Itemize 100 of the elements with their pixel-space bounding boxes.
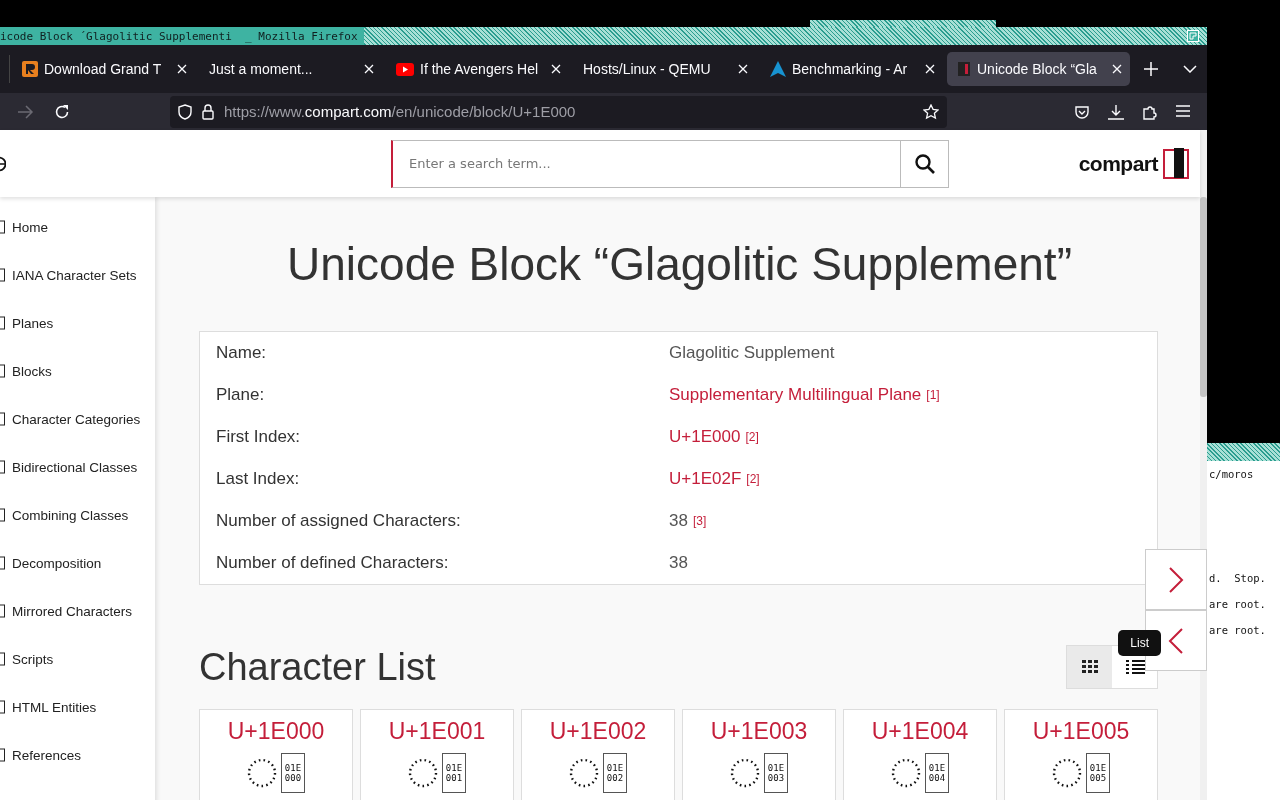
sidebar-item[interactable]: HTML Entities: [0, 683, 155, 731]
sidebar-item[interactable]: Bidirectional Classes: [0, 443, 155, 491]
new-tab-icon[interactable]: [1144, 62, 1158, 76]
dotted-circle-icon: [730, 758, 760, 788]
reload-icon[interactable]: [54, 103, 70, 120]
property-label: Number of assigned Characters:: [216, 511, 462, 531]
property-value: 38: [669, 511, 688, 531]
character-card[interactable]: U+1E002 01E 002: [521, 709, 675, 800]
glyph-hex: 01E: [445, 763, 463, 773]
property-value: 38: [669, 553, 688, 573]
browser-tab[interactable]: Download Grand T: [12, 52, 195, 86]
glyph-hex: 005: [1089, 773, 1107, 783]
glyph-hex: 01E: [1089, 763, 1107, 773]
sidebar-item[interactable]: Decomposition: [0, 539, 155, 587]
code-point[interactable]: U+1E003: [710, 718, 808, 745]
property-label: Number of defined Characters:: [216, 553, 450, 573]
property-label: Last Index:: [216, 469, 301, 489]
tab-favicon-icon: [770, 61, 786, 77]
chevron-down-icon[interactable]: [1183, 65, 1197, 73]
search-field[interactable]: Enter a search term...: [391, 139, 901, 188]
glyph-hex: 01E: [767, 763, 785, 773]
menu-item-icon: [0, 700, 6, 714]
property-link[interactable]: Supplementary Multilingual Plane: [669, 385, 922, 405]
video-play-icon: [396, 62, 414, 76]
sidebar-item[interactable]: Blocks: [0, 347, 155, 395]
property-label: Plane:: [216, 385, 266, 405]
glyph-hex: 01E: [284, 763, 302, 773]
menu-item-icon: [0, 652, 6, 666]
menu-item-icon: [0, 604, 6, 618]
close-icon[interactable]: [925, 64, 935, 74]
character-card[interactable]: U+1E005 01E 005: [1004, 709, 1158, 800]
close-icon[interactable]: [738, 64, 748, 74]
code-point[interactable]: U+1E002: [549, 718, 647, 745]
property-link[interactable]: U+1E02F: [669, 469, 742, 489]
sidebar-item[interactable]: Home: [0, 203, 155, 251]
character-card[interactable]: U+1E004 01E 004: [843, 709, 997, 800]
shield-icon[interactable]: [178, 103, 192, 120]
code-point[interactable]: U+1E005: [1032, 718, 1130, 745]
address-bar[interactable]: https://www.compart.com/en/unicode/block/U+1E000: [170, 95, 947, 128]
close-icon[interactable]: [177, 64, 187, 74]
close-icon[interactable]: [364, 64, 374, 74]
glyph-hex: 001: [445, 773, 463, 783]
section-heading: Character List: [199, 645, 436, 689]
scrollbar-thumb[interactable]: [1200, 197, 1207, 397]
character-card[interactable]: U+1E000 01E 000: [199, 709, 353, 800]
dotted-circle-icon: [247, 758, 277, 788]
page-title: Unicode Block “Glagolitic Supplement”: [286, 237, 1073, 291]
sidebar-item[interactable]: Scripts: [0, 635, 155, 683]
sidebar-item[interactable]: Combining Classes: [0, 491, 155, 539]
footnote-link[interactable]: [3]: [692, 514, 707, 528]
code-point[interactable]: U+1E000: [227, 718, 325, 745]
grid-view-button[interactable]: [1067, 646, 1112, 688]
download-icon[interactable]: [1107, 103, 1125, 120]
character-card[interactable]: U+1E003 01E 003: [682, 709, 836, 800]
star-icon[interactable]: [923, 103, 939, 120]
list-icon: [1123, 659, 1146, 675]
sidebar-item[interactable]: Character Categories: [0, 395, 155, 443]
sidebar-item[interactable]: IANA Character Sets: [0, 251, 155, 299]
logo-icon[interactable]: [1162, 147, 1190, 180]
window-title: icode Block ´Glagolitic Supplementi _ Mozilla Firefox: [0, 27, 364, 45]
close-icon[interactable]: [551, 64, 561, 74]
pocket-icon[interactable]: [1074, 103, 1090, 120]
menu-item-icon: [0, 220, 6, 234]
glyph-hex: 01E: [928, 763, 946, 773]
close-icon[interactable]: [1112, 64, 1122, 74]
menu-item-icon: [0, 364, 6, 378]
menu-item-icon: [0, 508, 6, 522]
grid-icon: [1081, 660, 1098, 674]
lock-icon[interactable]: [202, 103, 214, 120]
browser-tab[interactable]: Unicode Block “Gla: [947, 52, 1130, 86]
footnote-link[interactable]: [1]: [926, 388, 940, 402]
glyph-hex: 004: [928, 773, 946, 783]
code-point[interactable]: U+1E004: [871, 718, 969, 745]
puzzle-icon[interactable]: [1142, 103, 1158, 120]
browser-tab[interactable]: Just a moment...: [199, 52, 382, 86]
sidebar-item[interactable]: Planes: [0, 299, 155, 347]
sidebar-item[interactable]: References: [0, 731, 155, 779]
tab-favicon-icon: [22, 61, 38, 77]
character-card[interactable]: U+1E001 01E 001: [360, 709, 514, 800]
maximize-icon[interactable]: [1187, 30, 1199, 42]
glyph-hex: 002: [606, 773, 624, 783]
logo-text[interactable]: compart: [1078, 151, 1158, 176]
browser-tab[interactable]: If the Avengers Hel: [386, 52, 569, 86]
footnote-link[interactable]: [2]: [745, 430, 759, 444]
property-link[interactable]: U+1E000: [669, 427, 741, 447]
chevron-right-icon: [1168, 565, 1184, 594]
code-point[interactable]: U+1E001: [388, 718, 486, 745]
property-value: Glagolitic Supplement: [669, 343, 835, 363]
search-button[interactable]: [901, 139, 949, 188]
property-label: First Index:: [216, 427, 302, 447]
footnote-link[interactable]: [2]: [746, 472, 760, 486]
sidebar-item[interactable]: Mirrored Characters: [0, 587, 155, 635]
dotted-circle-icon: [408, 758, 438, 788]
terminal-line: are root.: [1208, 597, 1267, 612]
browser-tab[interactable]: Hosts/Linux - QEMU: [573, 52, 756, 86]
menu-icon[interactable]: [1175, 103, 1191, 118]
menu-item-icon: [0, 412, 6, 426]
menu-item-icon: [0, 460, 6, 474]
browser-tab[interactable]: Benchmarking - Ar: [760, 52, 943, 86]
dotted-circle-icon: [1052, 758, 1082, 788]
